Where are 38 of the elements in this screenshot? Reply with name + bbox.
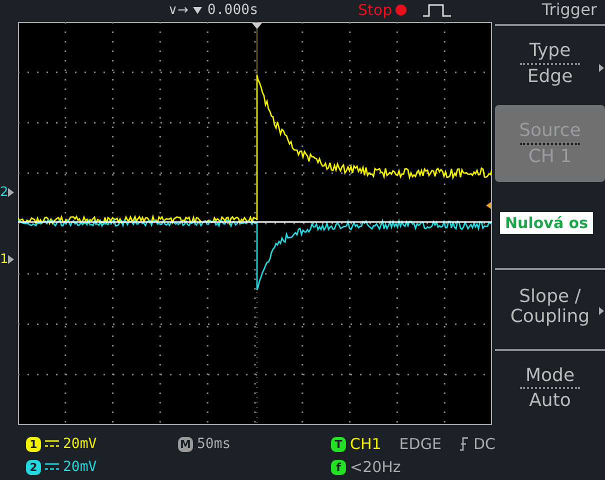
horizontal-position: 0.000s	[207, 2, 258, 18]
trigger-frequency: <20Hz	[350, 458, 401, 476]
menu-item-title: Type	[529, 40, 571, 61]
channel-marker: 2	[0, 185, 8, 200]
pulse-icon	[423, 3, 452, 17]
trigger-badge: T	[331, 436, 346, 452]
triangle-right-icon	[8, 188, 14, 197]
record-dot-icon	[395, 4, 408, 16]
frequency-badge: f	[331, 460, 346, 474]
menu-item[interactable]: Mode Auto	[495, 348, 605, 426]
channel-scale: 20mV	[63, 436, 97, 452]
dc-coupling-icon	[45, 463, 59, 471]
channel-badge: 2	[26, 460, 41, 474]
triangle-down-icon	[193, 6, 202, 14]
dc-coupling-icon	[45, 440, 59, 448]
trigger-level-marker	[486, 202, 491, 209]
timebase-badge: M	[178, 436, 193, 452]
trigger-source: CH1	[350, 435, 382, 453]
menu-title: Trigger	[542, 0, 597, 19]
menu-item-title: Mode	[525, 366, 575, 386]
trigger-coupling: DC	[473, 435, 496, 453]
menu-item[interactable]: Type Edge	[495, 24, 605, 102]
channel-scale: 20mV	[63, 459, 97, 475]
trigger-position-marker	[252, 23, 262, 29]
annotation-label: Nulová os	[500, 212, 594, 234]
triangle-right-icon	[8, 255, 14, 264]
rising-edge-icon	[459, 437, 470, 451]
timebase-value: 50ms	[197, 436, 231, 452]
run-state: Stop	[358, 1, 392, 19]
channel-marker: 1	[0, 252, 8, 267]
menu-item-value: Auto	[529, 391, 571, 412]
trigger-position-arrows: ∨→	[168, 2, 188, 18]
triangle-right-icon	[599, 64, 604, 72]
menu-item[interactable]: Slope / Coupling	[495, 268, 605, 345]
menu-item-value: Edge	[527, 66, 573, 86]
channel-badge: 1	[26, 436, 41, 452]
triangle-right-icon	[599, 307, 604, 316]
trigger-type: EDGE	[399, 435, 442, 453]
